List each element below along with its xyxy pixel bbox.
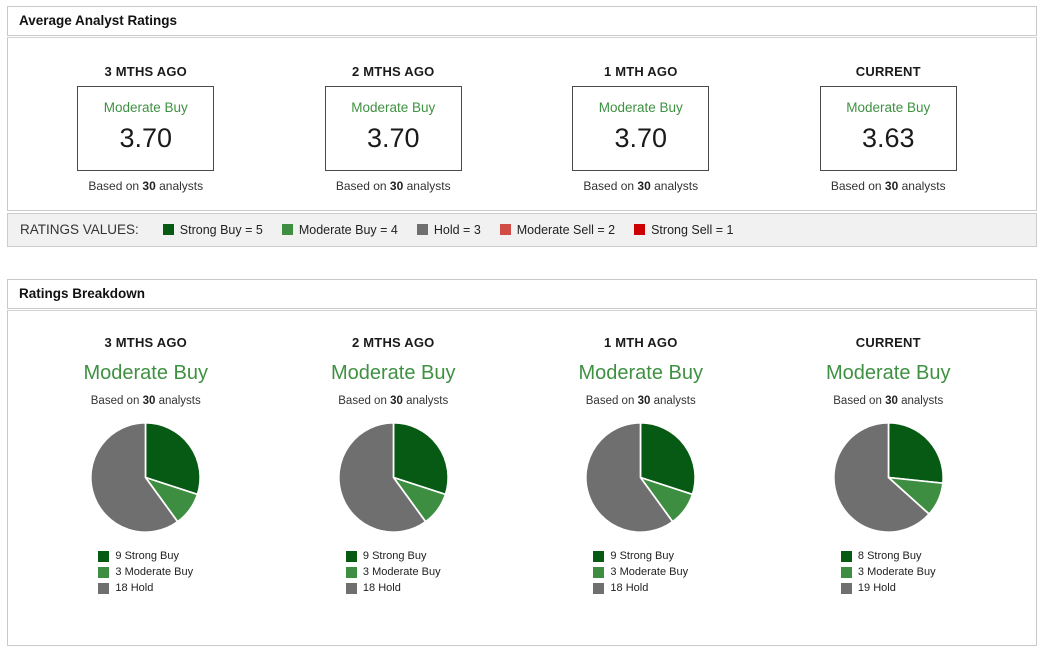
pie-chart <box>765 420 1013 535</box>
pie-legend: 9 Strong Buy 3 Moderate Buy 18 Hold <box>593 548 688 596</box>
legend-item-moderate-buy: Moderate Buy = 4 <box>281 223 398 237</box>
based-on-analysts: Based on 30 analysts <box>833 395 944 407</box>
legend-item: 9 Strong Buy <box>345 548 441 564</box>
legend-item-hold: Hold = 3 <box>416 223 481 237</box>
rating-label: Moderate Buy <box>598 100 683 115</box>
average-rating-value: 3.70 <box>614 123 668 153</box>
average-ratings-panel: Average Analyst Ratings 3 MTHS AGO Moder… <box>7 6 1037 247</box>
average-rating-box: Moderate Buy 3.70 <box>324 86 462 171</box>
strong-sell-swatch-icon <box>634 224 646 235</box>
ratings-values-legend: RATINGS VALUES: Strong Buy = 5 Moderate … <box>7 213 1037 247</box>
average-rating-card-3mths: 3 MTHS AGO Moderate Buy 3.70 Based on 30… <box>22 64 270 193</box>
consensus-rating-label: Moderate Buy <box>83 362 208 384</box>
moderate-buy-swatch-icon <box>281 224 293 235</box>
moderate-buy-swatch-icon <box>593 566 605 578</box>
consensus-rating-label: Moderate Buy <box>330 362 456 384</box>
average-rating-box: Moderate Buy 3.63 <box>819 86 957 171</box>
legend-item: 3 Moderate Buy <box>593 564 688 580</box>
ratings-breakdown-body: 3 MTHS AGO Moderate Buy Based on 30 anal… <box>7 310 1037 646</box>
strong-buy-swatch-icon <box>345 550 357 562</box>
strong-buy-swatch-icon <box>840 550 852 562</box>
strong-buy-swatch-icon <box>98 550 110 562</box>
hold-swatch-icon <box>840 582 852 594</box>
legend-item-moderate-sell: Moderate Sell = 2 <box>499 223 615 237</box>
period-label: 3 MTHS AGO <box>104 335 187 350</box>
legend-item: 8 Strong Buy <box>840 548 936 564</box>
based-on-analysts: Based on 30 analysts <box>88 179 204 193</box>
pie-legend: 8 Strong Buy 3 Moderate Buy 19 Hold <box>840 548 936 596</box>
breakdown-column-1mth: 1 MTH AGO Moderate Buy Based on 30 analy… <box>517 335 765 599</box>
hold-swatch-icon <box>416 224 428 235</box>
average-rating-card-1mth: 1 MTH AGO Moderate Buy 3.70 Based on 30 … <box>517 64 765 193</box>
period-label: CURRENT <box>855 64 921 79</box>
strong-buy-swatch-icon <box>162 224 174 235</box>
legend-item: 18 Hold <box>345 580 441 596</box>
legend-item-strong-sell: Strong Sell = 1 <box>634 223 733 237</box>
moderate-sell-swatch-icon <box>499 224 511 235</box>
period-label: 1 MTH AGO <box>603 335 678 350</box>
average-rating-value: 3.70 <box>366 123 420 153</box>
average-rating-box: Moderate Buy 3.70 <box>77 86 215 171</box>
average-ratings-body: 3 MTHS AGO Moderate Buy 3.70 Based on 30… <box>7 37 1037 211</box>
period-label: 2 MTHS AGO <box>352 335 435 350</box>
average-rating-card-current: CURRENT Moderate Buy 3.63 Based on 30 an… <box>765 64 1013 193</box>
period-label: 2 MTHS AGO <box>352 64 435 79</box>
based-on-analysts: Based on 30 analysts <box>830 179 946 193</box>
based-on-analysts: Based on 30 analysts <box>90 395 201 407</box>
consensus-rating-label: Moderate Buy <box>825 362 951 384</box>
strong-buy-swatch-icon <box>593 550 605 562</box>
moderate-buy-swatch-icon <box>345 566 357 578</box>
moderate-buy-swatch-icon <box>840 566 852 578</box>
average-ratings-title: Average Analyst Ratings <box>7 6 1037 36</box>
legend-item: 18 Hold <box>593 580 688 596</box>
based-on-analysts: Based on 30 analysts <box>338 395 449 407</box>
moderate-buy-swatch-icon <box>98 566 110 578</box>
breakdown-column-3mths: 3 MTHS AGO Moderate Buy Based on 30 anal… <box>22 335 270 599</box>
rating-label: Moderate Buy <box>351 100 436 115</box>
legend-item-strong-buy: Strong Buy = 5 <box>162 223 263 237</box>
legend-item: 19 Hold <box>840 580 936 596</box>
ratings-breakdown-panel: Ratings Breakdown 3 MTHS AGO Moderate Bu… <box>7 279 1037 646</box>
based-on-analysts: Based on 30 analysts <box>335 179 451 193</box>
rating-label: Moderate Buy <box>846 100 931 115</box>
pie-chart <box>270 420 518 535</box>
rating-label: Moderate Buy <box>103 100 188 115</box>
legend-item: 3 Moderate Buy <box>98 564 193 580</box>
average-rating-box: Moderate Buy 3.70 <box>572 86 710 171</box>
based-on-analysts: Based on 30 analysts <box>583 179 699 193</box>
pie-chart <box>517 420 765 535</box>
average-rating-value: 3.63 <box>861 123 915 153</box>
pie-legend: 9 Strong Buy 3 Moderate Buy 18 Hold <box>345 548 441 596</box>
legend-item: 9 Strong Buy <box>593 548 688 564</box>
average-rating-card-2mths: 2 MTHS AGO Moderate Buy 3.70 Based on 30… <box>270 64 518 193</box>
hold-swatch-icon <box>98 582 110 594</box>
hold-swatch-icon <box>345 582 357 594</box>
ratings-values-label: RATINGS VALUES: <box>20 222 139 237</box>
consensus-rating-label: Moderate Buy <box>578 362 703 384</box>
period-label: 1 MTH AGO <box>603 64 678 79</box>
breakdown-column-current: CURRENT Moderate Buy Based on 30 analyst… <box>765 335 1013 599</box>
based-on-analysts: Based on 30 analysts <box>585 395 696 407</box>
legend-item: 3 Moderate Buy <box>345 564 441 580</box>
ratings-breakdown-title: Ratings Breakdown <box>7 279 1037 309</box>
breakdown-column-2mths: 2 MTHS AGO Moderate Buy Based on 30 anal… <box>270 335 518 599</box>
period-label: 3 MTHS AGO <box>104 64 187 79</box>
legend-item: 18 Hold <box>98 580 193 596</box>
pie-legend: 9 Strong Buy 3 Moderate Buy 18 Hold <box>98 548 193 596</box>
legend-item: 9 Strong Buy <box>98 548 193 564</box>
legend-item: 3 Moderate Buy <box>840 564 936 580</box>
hold-swatch-icon <box>593 582 605 594</box>
pie-chart <box>22 420 270 535</box>
average-rating-value: 3.70 <box>119 123 173 153</box>
period-label: CURRENT <box>855 335 921 350</box>
